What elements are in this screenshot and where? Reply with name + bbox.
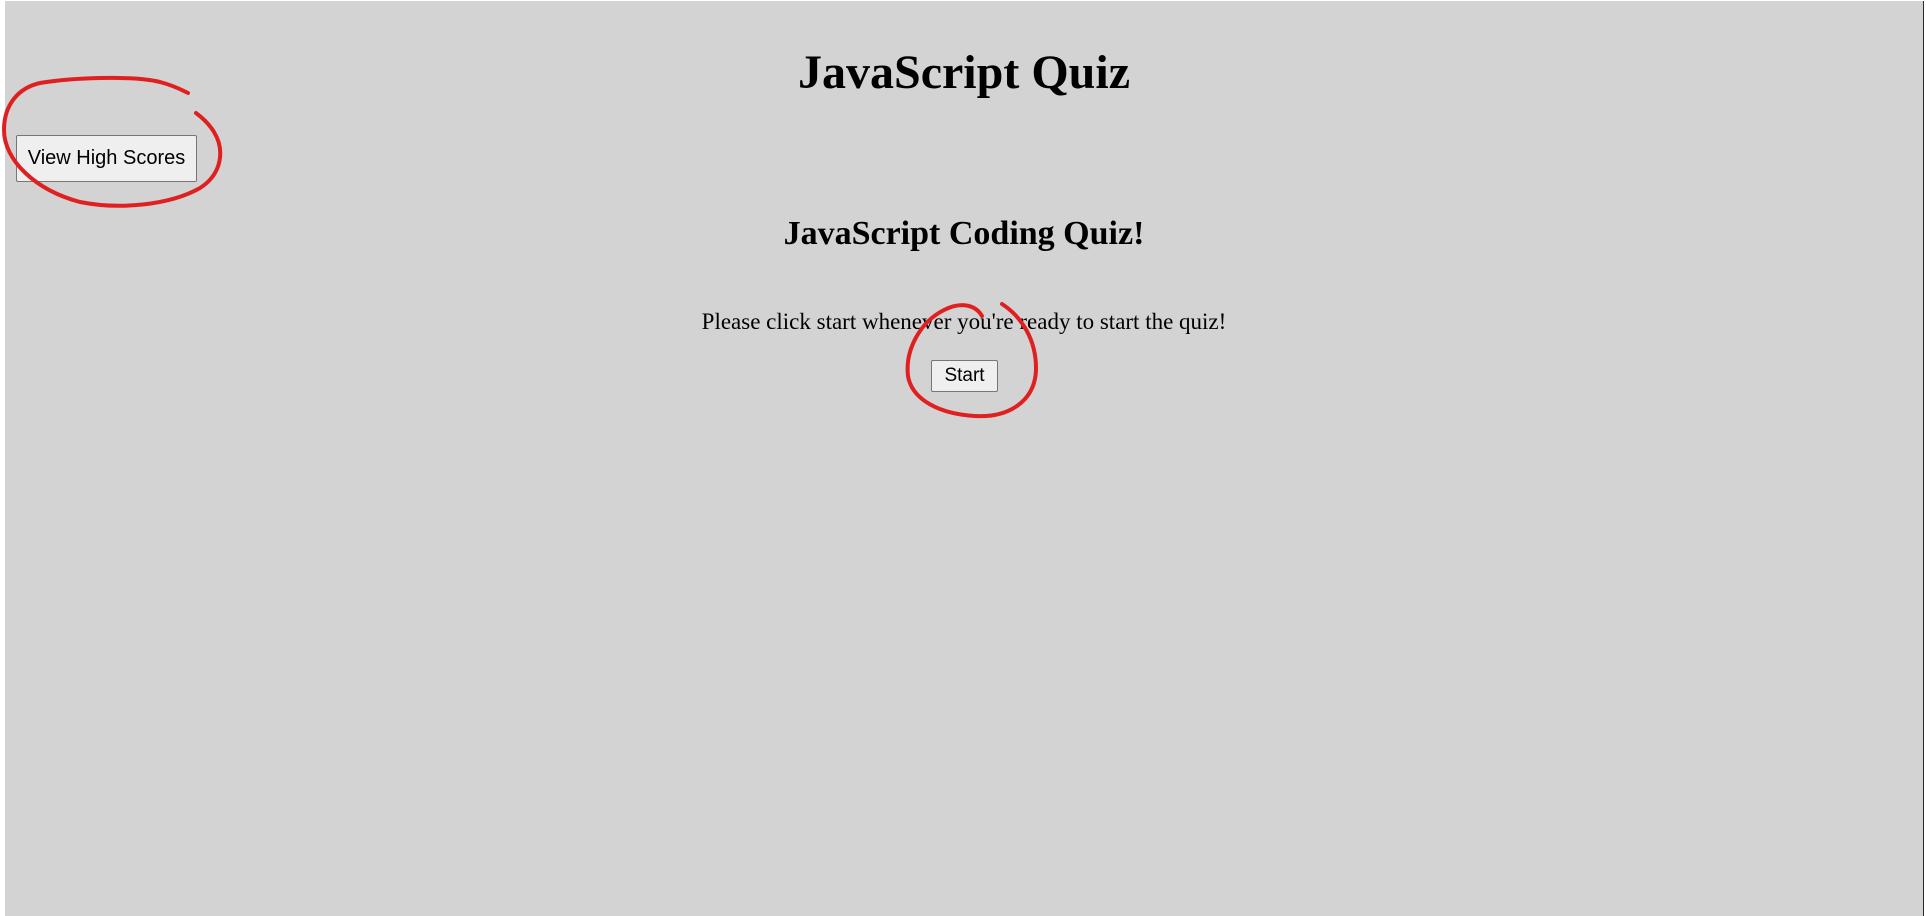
quiz-page: JavaScript Quiz View High Scores JavaScr… — [5, 1, 1924, 916]
quiz-heading: JavaScript Coding Quiz! — [783, 215, 1145, 252]
quiz-instructions: Please click start whenever you're ready… — [701, 309, 1227, 334]
start-button[interactable]: Start — [931, 360, 998, 392]
page-title: JavaScript Quiz — [798, 46, 1130, 99]
view-high-scores-button[interactable]: View High Scores — [16, 135, 197, 182]
